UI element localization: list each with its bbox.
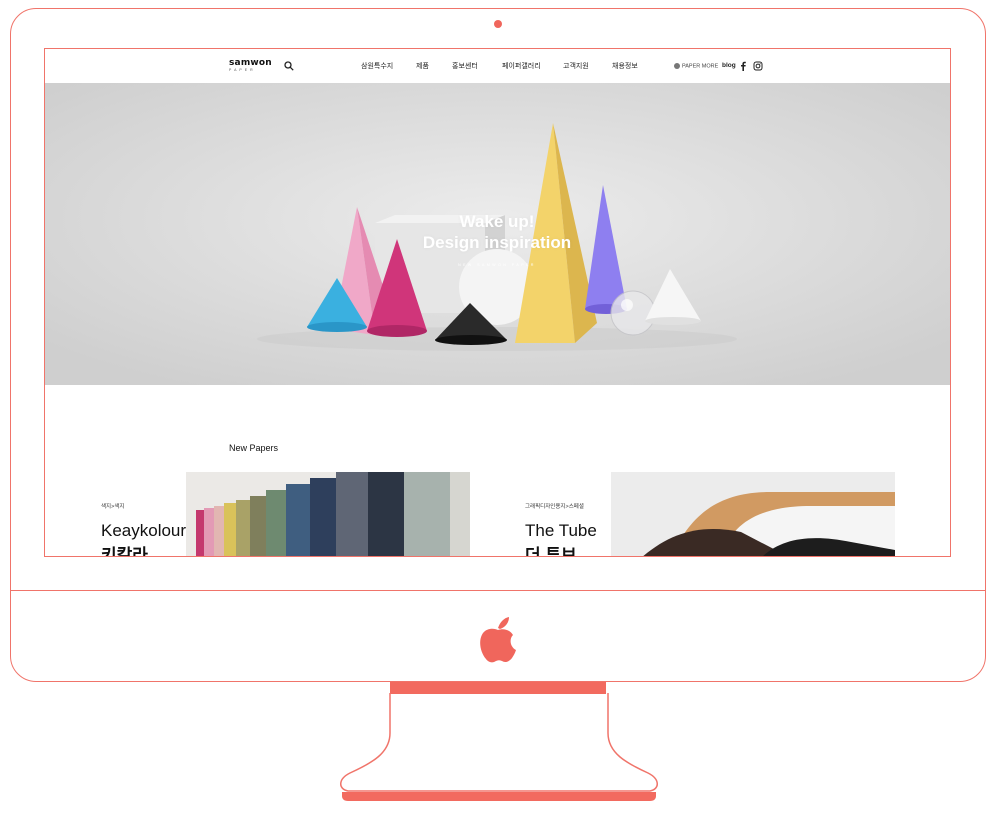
search-icon[interactable] bbox=[284, 61, 294, 71]
nav-item-pr-center[interactable]: 홍보센터 bbox=[452, 61, 478, 71]
paper-more-link[interactable]: PAPER MORE bbox=[674, 63, 718, 69]
apple-logo-icon bbox=[480, 617, 516, 663]
facebook-icon[interactable] bbox=[740, 61, 746, 71]
the-tube-photo bbox=[611, 472, 895, 556]
paper-more-label: PAPER MORE bbox=[682, 63, 719, 70]
keaykolour-category: 색지>색지 bbox=[101, 504, 125, 510]
keaykolour-name-ko[interactable]: 키칼라 bbox=[101, 541, 148, 556]
screen: samwon PAPER 삼원특수지 제품 홍보센터 페이퍼갤러리 고객지원 채… bbox=[44, 48, 951, 557]
keaykolour-photo bbox=[186, 472, 470, 556]
camera-dot bbox=[494, 20, 502, 28]
monitor-chin-divider bbox=[10, 590, 986, 591]
the-tube-image[interactable] bbox=[611, 472, 895, 556]
nav-item-samwon[interactable]: 삼원특수지 bbox=[361, 61, 393, 71]
paper-more-icon bbox=[674, 63, 680, 69]
hero-headline-line1: Wake up! bbox=[459, 212, 535, 231]
nav-item-careers[interactable]: 채용정보 bbox=[612, 61, 638, 71]
new-papers-title: New Papers bbox=[229, 443, 279, 453]
monitor-stand bbox=[340, 693, 658, 801]
keaykolour-name-en[interactable]: Keaykolour bbox=[101, 521, 186, 541]
hero-banner[interactable]: Wake up! Design inspiration NEW SAMWON P… bbox=[45, 83, 950, 385]
blog-link[interactable]: blog bbox=[722, 62, 736, 69]
logo-wordmark: samwon bbox=[229, 58, 272, 68]
hero-headline: Wake up! Design inspiration bbox=[397, 211, 597, 253]
instagram-icon[interactable] bbox=[753, 61, 763, 71]
logo-subtitle: PAPER bbox=[229, 68, 256, 72]
the-tube-name-en[interactable]: The Tube bbox=[525, 521, 597, 541]
the-tube-category: 그래픽디자인용지>스페셜 bbox=[525, 504, 584, 510]
keaykolour-image[interactable] bbox=[186, 472, 470, 556]
nav-item-customer-support[interactable]: 고객지원 bbox=[563, 61, 589, 71]
the-tube-name-ko[interactable]: 더 튜브 bbox=[525, 541, 577, 556]
hero-subtitle: NEW SAMWON PAPER bbox=[458, 263, 536, 267]
site-header: samwon PAPER 삼원특수지 제품 홍보센터 페이퍼갤러리 고객지원 채… bbox=[45, 49, 950, 83]
logo[interactable]: samwon PAPER bbox=[229, 58, 272, 73]
nav-item-paper-gallery[interactable]: 페이퍼갤러리 bbox=[502, 61, 541, 71]
nav-item-products[interactable]: 제품 bbox=[416, 61, 429, 71]
hero-headline-line2: Design inspiration bbox=[422, 233, 572, 252]
